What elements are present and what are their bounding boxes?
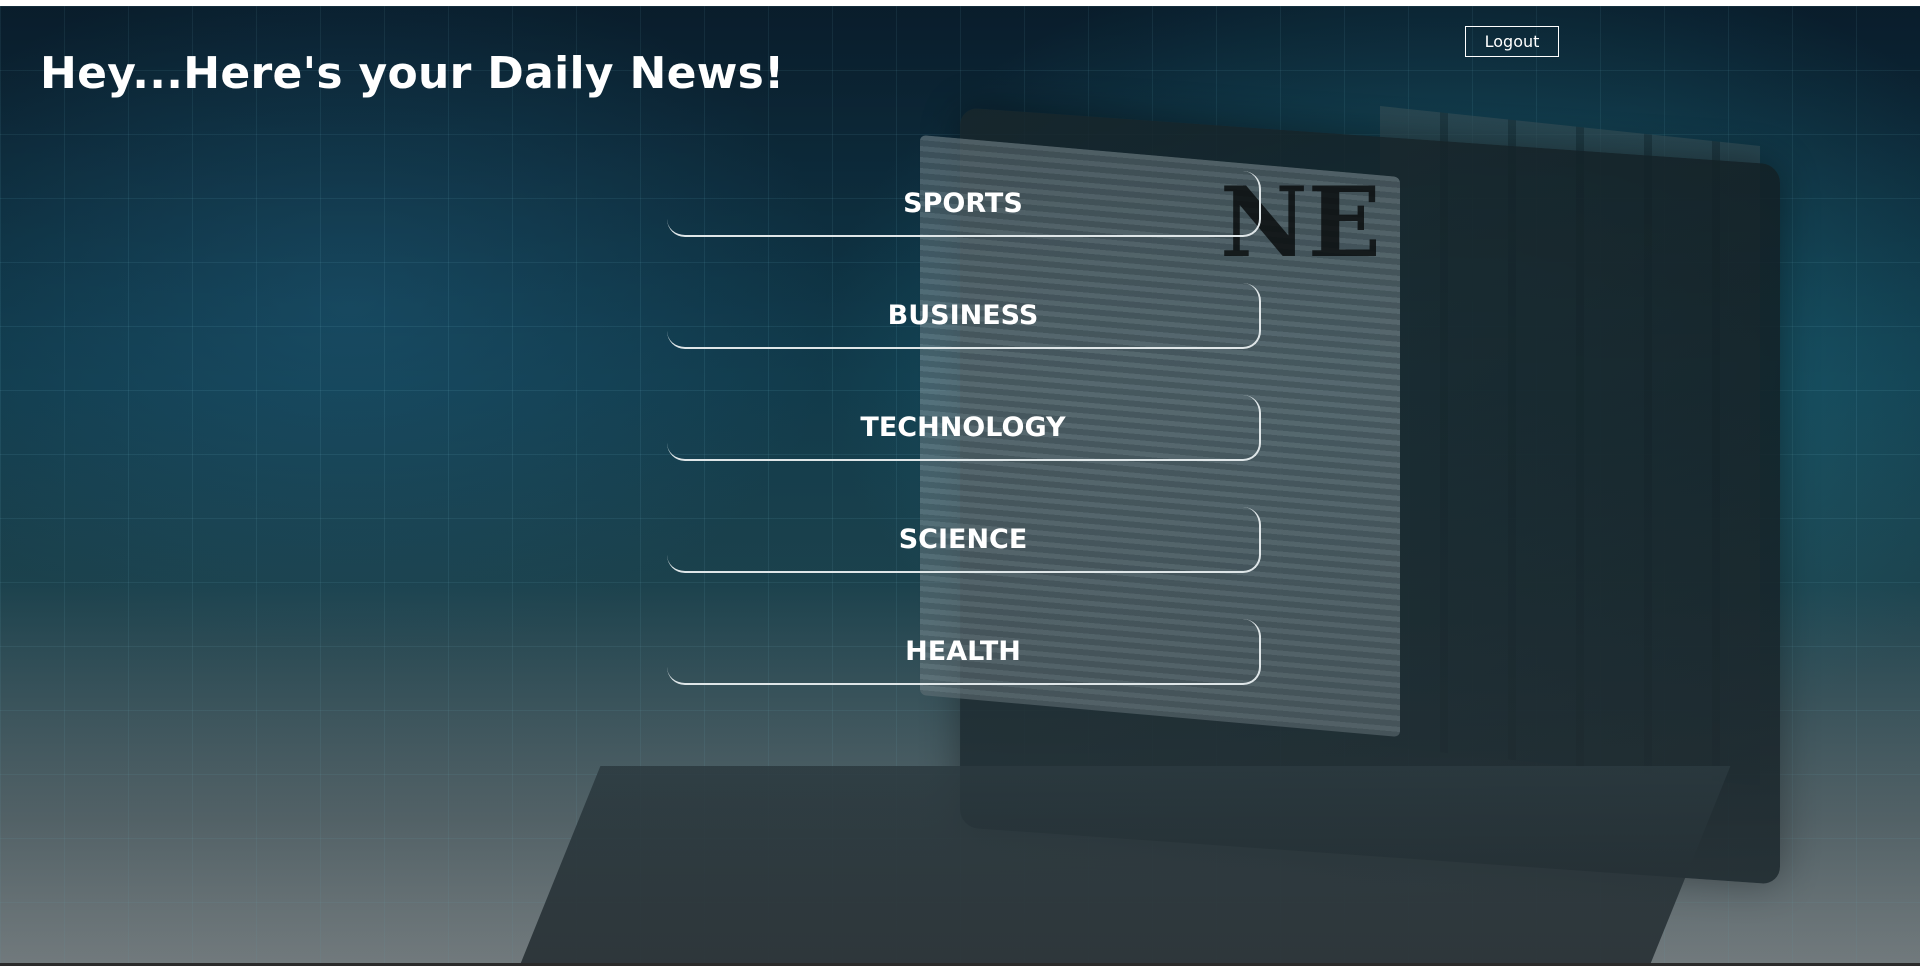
- news-background: NE Hey...Here's your Daily News! Logout …: [0, 6, 1920, 964]
- category-sports-button[interactable]: SPORTS: [667, 171, 1261, 237]
- logout-button[interactable]: Logout: [1465, 26, 1559, 57]
- page-title: Hey...Here's your Daily News!: [40, 48, 785, 99]
- category-technology-button[interactable]: TECHNOLOGY: [667, 395, 1261, 461]
- category-health-button[interactable]: HEALTH: [667, 619, 1261, 685]
- category-science-button[interactable]: SCIENCE: [667, 507, 1261, 573]
- category-business-button[interactable]: BUSINESS: [667, 283, 1261, 349]
- category-list: SPORTS BUSINESS TECHNOLOGY SCIENCE HEALT…: [667, 171, 1261, 731]
